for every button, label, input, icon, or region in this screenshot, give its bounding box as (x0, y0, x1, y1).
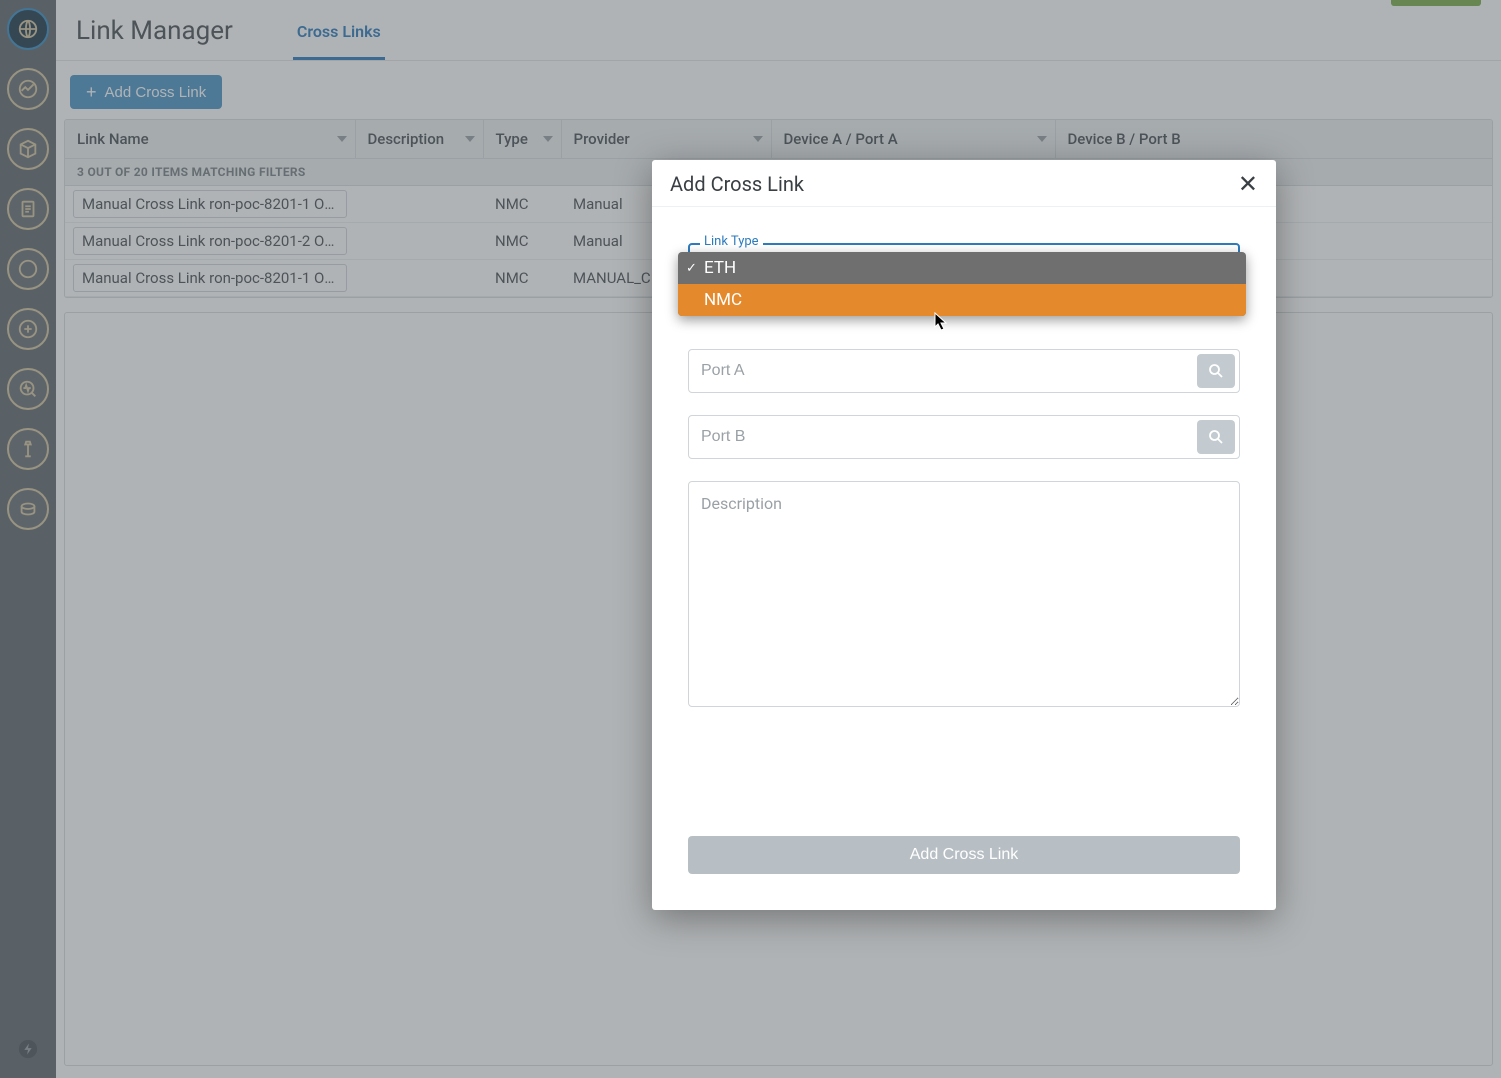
option-nmc[interactable]: NMC (678, 284, 1246, 316)
port-b-input[interactable] (689, 428, 1197, 446)
option-eth[interactable]: ETH (678, 252, 1246, 284)
link-type-dropdown: ETH NMC (678, 252, 1246, 316)
modal-title: Add Cross Link (670, 172, 804, 196)
description-textarea[interactable] (688, 481, 1240, 707)
add-cross-link-modal: Add Cross Link ✕ Link Type ETH NMC (652, 160, 1276, 910)
port-a-field (688, 349, 1240, 393)
submit-add-cross-link-button[interactable]: Add Cross Link (688, 836, 1240, 874)
port-a-input[interactable] (689, 362, 1197, 380)
port-a-search-button[interactable] (1197, 354, 1235, 388)
search-icon (1207, 428, 1225, 446)
close-icon[interactable]: ✕ (1238, 172, 1258, 196)
search-icon (1207, 362, 1225, 380)
link-type-label: Link Type (700, 234, 763, 249)
port-b-search-button[interactable] (1197, 420, 1235, 454)
link-type-field[interactable]: Link Type ETH NMC (688, 243, 1240, 291)
port-b-field (688, 415, 1240, 459)
